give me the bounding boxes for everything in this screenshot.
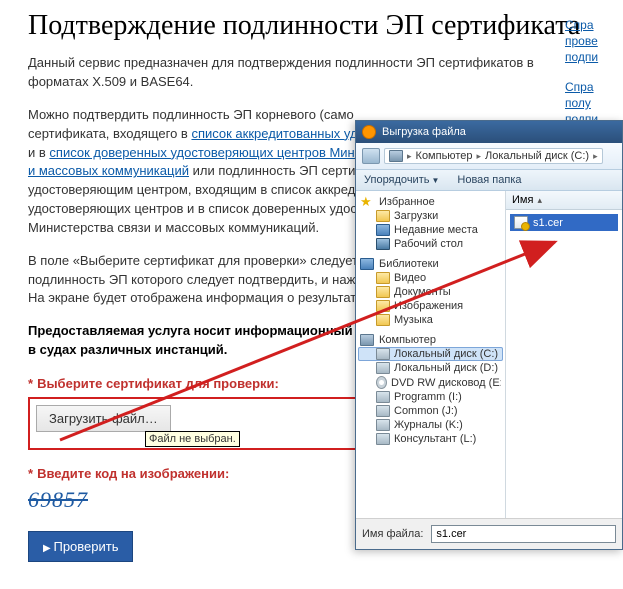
firefox-icon (362, 125, 376, 139)
side-link[interactable]: прове (565, 34, 617, 48)
intro-paragraph: Данный сервис предназначен для подтвержд… (28, 54, 595, 92)
tree-drive-i[interactable]: Programm (I:) (358, 390, 503, 404)
file-list-panel: Имя▴ s1.cer (506, 191, 622, 518)
page-title: Подтверждение подлинности ЭП сертификата (28, 10, 595, 42)
dialog-title-text: Выгрузка файла (382, 126, 466, 138)
side-link[interactable]: Спра (565, 80, 617, 94)
captcha-image: 69857 (28, 487, 88, 513)
tree-music[interactable]: Музыка (358, 313, 503, 327)
computer-icon (389, 150, 403, 162)
dialog-nav: ▸ Компьютер ▸ Локальный диск (C:) ▸ (356, 143, 622, 170)
tree-downloads[interactable]: Загрузки (358, 209, 503, 223)
side-link[interactable]: Спра (565, 18, 617, 32)
tree-drive-c[interactable]: Локальный диск (C:) (358, 347, 503, 361)
file-item-s1cer[interactable]: s1.cer (510, 214, 618, 231)
filename-label: Имя файла: (362, 528, 423, 540)
upload-file-button[interactable]: Загрузить файл… (36, 405, 171, 432)
nav-back-icon[interactable] (362, 148, 380, 164)
certificate-icon (514, 216, 528, 229)
tree-documents[interactable]: Документы (358, 285, 503, 299)
tree-desktop[interactable]: Рабочий стол (358, 237, 503, 251)
tree-computer[interactable]: Компьютер (358, 333, 503, 347)
tree-libraries[interactable]: Библиотеки (358, 257, 503, 271)
file-upload-dialog: Выгрузка файла ▸ Компьютер ▸ Локальный д… (355, 120, 623, 550)
tree-drive-k[interactable]: Журналы (K:) (358, 418, 503, 432)
upload-region: Загрузить файл… Файл не выбран. (28, 397, 378, 450)
tree-drive-dvd[interactable]: DVD RW дисковод (E:) Sin (358, 375, 503, 390)
side-link[interactable]: подпи (565, 50, 617, 64)
tree-video[interactable]: Видео (358, 271, 503, 285)
side-link[interactable]: полу (565, 96, 617, 110)
folder-tree[interactable]: ★Избранное Загрузки Недавние места Рабоч… (356, 191, 506, 518)
tree-images[interactable]: Изображения (358, 299, 503, 313)
filename-input[interactable] (431, 525, 616, 543)
submit-button[interactable]: Проверить (28, 531, 133, 562)
breadcrumb[interactable]: ▸ Компьютер ▸ Локальный диск (C:) ▸ (384, 148, 603, 164)
link-masscom[interactable]: и массовых коммуникаций (28, 163, 189, 178)
no-file-tooltip: Файл не выбран. (145, 431, 240, 447)
link-accredited[interactable]: список аккредитованных удо (191, 126, 364, 141)
tree-drive-l[interactable]: Консультант (L:) (358, 432, 503, 446)
tree-recent[interactable]: Недавние места (358, 223, 503, 237)
column-header[interactable]: Имя▴ (506, 191, 622, 210)
dialog-titlebar[interactable]: Выгрузка файла (356, 121, 622, 143)
dialog-toolbar: Упорядочить▼ Новая папка (356, 170, 622, 191)
dialog-footer: Имя файла: (356, 518, 622, 549)
tree-drive-d[interactable]: Локальный диск (D:) (358, 361, 503, 375)
side-links: Спра прове подпи Спра полу подпи (565, 18, 617, 128)
tree-drive-j[interactable]: Common (J:) (358, 404, 503, 418)
new-folder-button[interactable]: Новая папка (457, 174, 521, 186)
organize-menu[interactable]: Упорядочить▼ (364, 174, 439, 186)
tree-favorites[interactable]: ★Избранное (358, 195, 503, 209)
link-trusted-centers[interactable]: список доверенных удостоверяющих центров… (49, 145, 368, 160)
